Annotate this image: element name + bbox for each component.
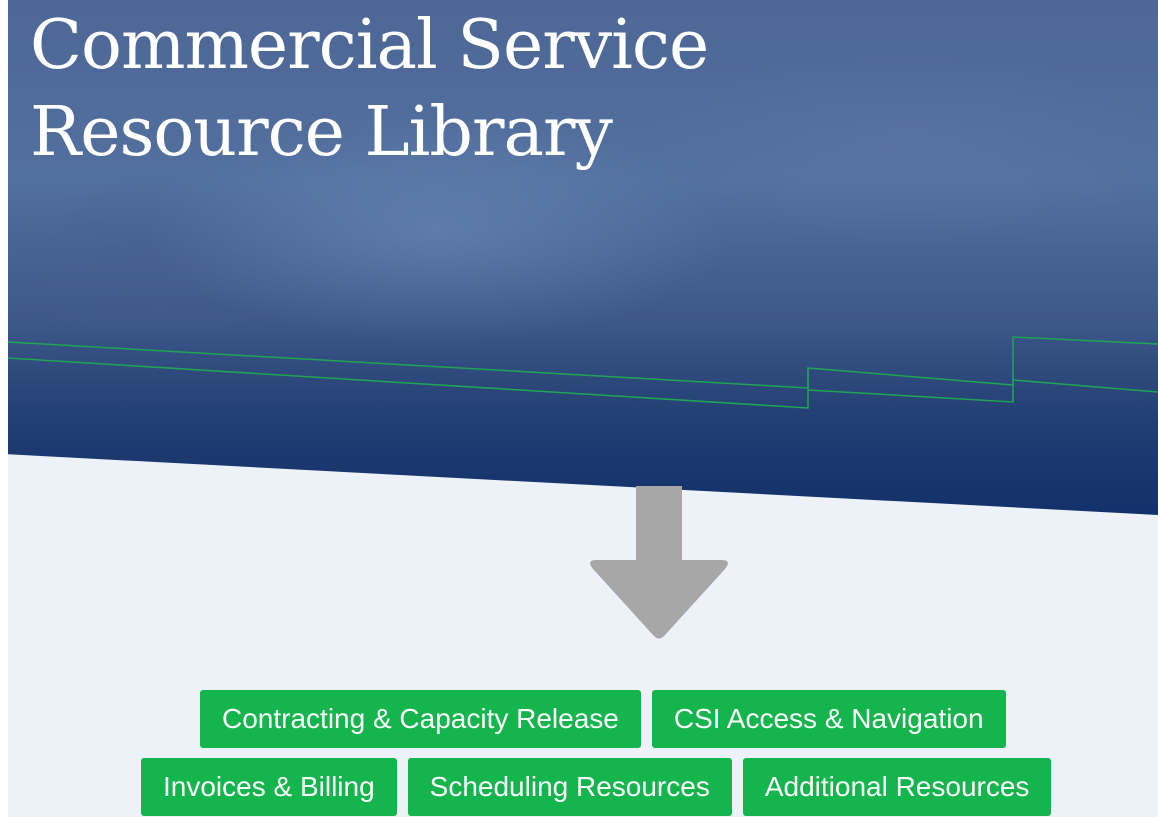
resource-library-page: Commercial Service Resource Library Cont… [0, 0, 1158, 817]
additional-resources-button[interactable]: Additional Resources [742, 758, 1052, 816]
csi-access-navigation-button[interactable]: CSI Access & Navigation [651, 690, 1006, 748]
hero-banner: Commercial Service Resource Library [8, 0, 1158, 515]
page-title-line-1: Commercial Service [30, 6, 709, 85]
page-title: Commercial Service Resource Library [30, 2, 709, 176]
down-arrow-icon [590, 486, 728, 639]
resource-buttons-row-1: Contracting & Capacity Release CSI Acces… [200, 690, 1006, 748]
page-title-line-2: Resource Library [30, 93, 613, 172]
scheduling-resources-button[interactable]: Scheduling Resources [407, 758, 732, 816]
invoices-billing-button[interactable]: Invoices & Billing [141, 758, 397, 816]
resource-buttons-row-2: Invoices & Billing Scheduling Resources … [141, 758, 1052, 816]
contracting-capacity-release-button[interactable]: Contracting & Capacity Release [200, 690, 641, 748]
